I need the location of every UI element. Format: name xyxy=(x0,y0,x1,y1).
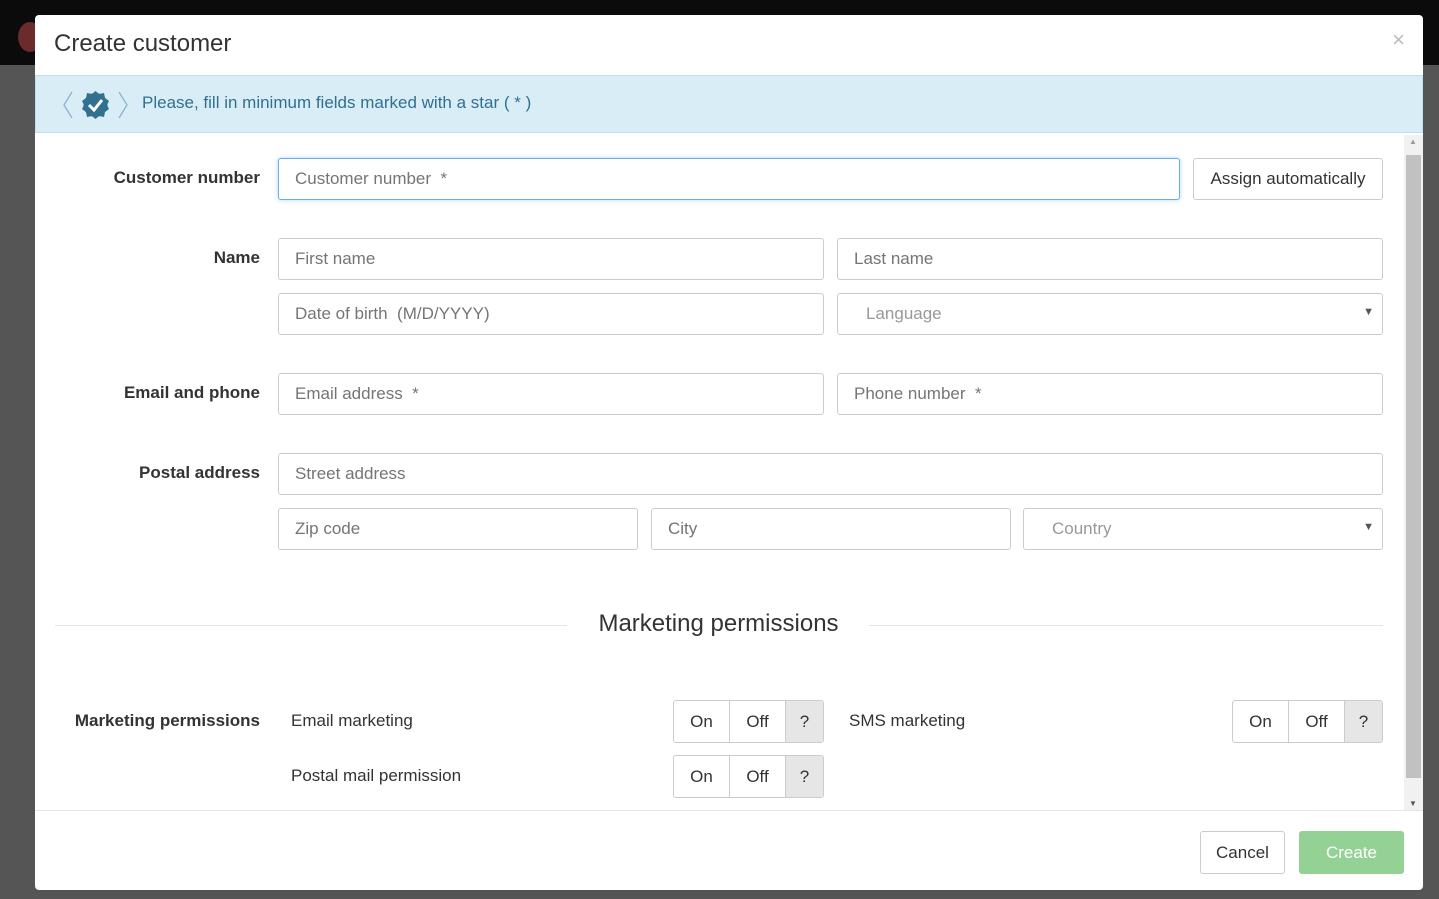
info-banner: Please, fill in minimum fields marked wi… xyxy=(35,75,1423,133)
dialog-footer: Cancel Create xyxy=(35,810,1423,890)
marketing-permissions-label: Marketing permissions xyxy=(74,711,260,730)
assign-automatically-button[interactable]: Assign automatically xyxy=(1193,158,1383,200)
off-button[interactable]: Off xyxy=(730,701,786,742)
dialog-title: Create customer xyxy=(54,30,232,57)
date-of-birth-input[interactable] xyxy=(278,293,824,335)
sms-marketing-label: SMS marketing xyxy=(849,711,966,730)
postal-address-label: Postal address xyxy=(139,463,260,482)
cancel-button[interactable]: Cancel xyxy=(1200,831,1285,874)
on-button[interactable]: On xyxy=(1233,701,1289,742)
first-name-input[interactable] xyxy=(278,238,824,280)
scroll-up-icon[interactable]: ▲ xyxy=(1409,137,1417,146)
off-button[interactable]: Off xyxy=(1289,701,1345,742)
language-select[interactable]: Language ▼ xyxy=(837,293,1383,335)
create-button[interactable]: Create xyxy=(1299,831,1404,874)
scrollbar-thumb[interactable] xyxy=(1406,155,1421,778)
last-name-input[interactable] xyxy=(837,238,1383,280)
customer-number-input[interactable] xyxy=(278,158,1180,200)
postal-mail-label: Postal mail permission xyxy=(291,766,462,785)
email-marketing-label: Email marketing xyxy=(291,711,413,730)
on-button[interactable]: On xyxy=(674,756,730,797)
country-placeholder: Country xyxy=(1052,519,1112,538)
scroll-down-icon[interactable]: ▼ xyxy=(1409,799,1417,808)
name-label: Name xyxy=(213,248,260,267)
unset-button[interactable]: ? xyxy=(786,756,823,797)
chevron-down-icon: ▼ xyxy=(1363,521,1374,533)
zip-code-input[interactable] xyxy=(278,508,638,550)
language-placeholder: Language xyxy=(866,304,942,323)
country-select[interactable]: Country ▼ xyxy=(1023,508,1383,550)
phone-input[interactable] xyxy=(837,373,1383,415)
scrollbar[interactable]: ▲ ▼ xyxy=(1404,135,1423,810)
sms-marketing-toggle: On Off? xyxy=(1232,700,1383,743)
on-button[interactable]: On xyxy=(674,701,730,742)
verified-badge-icon xyxy=(63,91,128,119)
chevron-down-icon: ▼ xyxy=(1363,306,1374,318)
unset-button[interactable]: ? xyxy=(1345,701,1382,742)
create-customer-dialog: Create customer × Please, fill in minimu… xyxy=(35,15,1423,890)
close-icon[interactable]: × xyxy=(1392,27,1405,53)
off-button[interactable]: Off xyxy=(730,756,786,797)
city-input[interactable] xyxy=(651,508,1011,550)
customer-number-label: Customer number xyxy=(113,168,260,187)
unset-button[interactable]: ? xyxy=(786,701,823,742)
email-input[interactable] xyxy=(278,373,824,415)
email-marketing-toggle: On Off? xyxy=(673,700,824,743)
marketing-section-title: Marketing permissions xyxy=(598,610,839,637)
banner-text: Please, fill in minimum fields marked wi… xyxy=(142,93,532,112)
postal-mail-toggle: On Off? xyxy=(673,755,824,798)
street-address-input[interactable] xyxy=(278,453,1383,495)
email-phone-label: Email and phone xyxy=(123,383,260,402)
